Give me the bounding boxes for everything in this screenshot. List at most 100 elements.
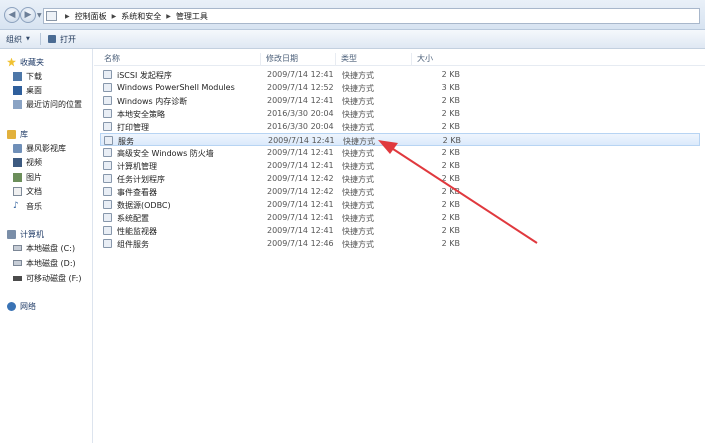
file-row[interactable]: 计算机管理 2009/7/14 12:41 快捷方式 2 KB xyxy=(100,159,700,172)
file-row[interactable]: Windows 内存诊断 2009/7/14 12:41 快捷方式 2 KB xyxy=(100,94,700,107)
nav-label: 桌面 xyxy=(26,85,42,95)
chevron-down-icon[interactable]: ▼ xyxy=(26,36,30,42)
nav-item-desktop[interactable]: 桌面 xyxy=(13,84,42,96)
file-row[interactable]: 组件服务 2009/7/14 12:46 快捷方式 2 KB xyxy=(100,237,700,250)
breadcrumb-separator-icon[interactable]: ▶ xyxy=(65,13,70,20)
file-row[interactable]: iSCSI 发起程序 2009/7/14 12:41 快捷方式 2 KB xyxy=(100,68,700,81)
organize-button[interactable]: 组织 xyxy=(6,34,22,45)
open-icon[interactable] xyxy=(48,35,56,43)
file-row[interactable]: 数据源(ODBC) 2009/7/14 12:41 快捷方式 2 KB xyxy=(100,198,700,211)
nav-label: 音乐 xyxy=(26,201,42,211)
nav-label: 下载 xyxy=(26,71,42,81)
nav-item-drive-c[interactable]: 本地磁盘 (C:) xyxy=(13,242,75,254)
file-size: 2 KB xyxy=(441,200,460,209)
breadcrumb-control-panel[interactable]: 控制面板 xyxy=(75,11,107,22)
file-row[interactable]: 打印管理 2016/3/30 20:04 快捷方式 2 KB xyxy=(100,120,700,133)
breadcrumb: ▶ 控制面板 ▶ 系统和安全 ▶ 管理工具 xyxy=(60,11,208,22)
column-divider[interactable] xyxy=(411,53,412,66)
download-folder-icon xyxy=(13,71,22,81)
hard-disk-icon xyxy=(13,260,22,266)
removable-disk-icon xyxy=(13,275,22,281)
file-name: 任务计划程序 xyxy=(117,175,165,184)
column-header-name[interactable]: 名称 xyxy=(104,53,120,64)
address-box[interactable]: ▶ 控制面板 ▶ 系统和安全 ▶ 管理工具 xyxy=(43,8,700,24)
file-size: 3 KB xyxy=(441,83,460,92)
file-type: 快捷方式 xyxy=(342,123,374,132)
file-row[interactable]: 本地安全策略 2016/3/30 20:04 快捷方式 2 KB xyxy=(100,107,700,120)
open-button[interactable]: 打开 xyxy=(60,34,76,45)
recent-places-icon xyxy=(13,99,22,109)
hard-disk-icon xyxy=(13,245,22,251)
file-name: 打印管理 xyxy=(117,123,149,132)
nav-item-drive-f[interactable]: 可移动磁盘 (F:) xyxy=(13,272,81,284)
star-icon xyxy=(7,57,16,67)
nav-item-music[interactable]: ♪ 音乐 xyxy=(13,200,42,212)
file-type: 快捷方式 xyxy=(342,214,374,223)
shortcut-icon xyxy=(103,161,112,170)
address-bar: ◀ ▶ ▼ ▶ 控制面板 ▶ 系统和安全 ▶ 管理工具 xyxy=(0,0,705,30)
file-row[interactable]: 服务 2009/7/14 12:41 快捷方式 2 KB xyxy=(100,133,700,146)
file-type: 快捷方式 xyxy=(342,149,374,158)
nav-label: 库 xyxy=(20,129,28,139)
file-type: 快捷方式 xyxy=(342,188,374,197)
column-divider[interactable] xyxy=(335,53,336,66)
file-size: 2 KB xyxy=(441,213,460,222)
file-type: 快捷方式 xyxy=(342,84,374,93)
breadcrumb-separator-icon[interactable]: ▶ xyxy=(166,13,171,20)
arrow-left-icon: ◀ xyxy=(8,10,16,20)
file-type: 快捷方式 xyxy=(342,71,374,80)
picture-icon xyxy=(13,172,22,182)
nav-network[interactable]: 网络 xyxy=(7,300,36,312)
column-headers: 名称 修改日期 类型 大小 xyxy=(94,49,705,66)
file-size: 2 KB xyxy=(441,161,460,170)
nav-item-recent[interactable]: 最近访问的位置 xyxy=(13,98,82,110)
column-divider[interactable] xyxy=(260,53,261,66)
file-size: 2 KB xyxy=(441,96,460,105)
file-date: 2009/7/14 12:41 xyxy=(267,226,334,235)
file-row[interactable]: 事件查看器 2009/7/14 12:42 快捷方式 2 KB xyxy=(100,185,700,198)
breadcrumb-system-security[interactable]: 系统和安全 xyxy=(121,11,161,22)
breadcrumb-separator-icon[interactable]: ▶ xyxy=(112,13,117,20)
file-name: 事件查看器 xyxy=(117,188,157,197)
command-bar: 组织 ▼ 打开 xyxy=(0,30,705,49)
file-size: 2 KB xyxy=(441,148,460,157)
breadcrumb-admin-tools[interactable]: 管理工具 xyxy=(176,11,208,22)
column-header-size[interactable]: 大小 xyxy=(417,53,433,64)
nav-computer[interactable]: 计算机 xyxy=(7,228,44,240)
nav-label: 本地磁盘 (C:) xyxy=(26,243,76,253)
file-row[interactable]: 任务计划程序 2009/7/14 12:42 快捷方式 2 KB xyxy=(100,172,700,185)
file-name: iSCSI 发起程序 xyxy=(117,71,172,80)
column-header-type[interactable]: 类型 xyxy=(341,53,357,64)
nav-item-drive-d[interactable]: 本地磁盘 (D:) xyxy=(13,257,76,269)
nav-favorites[interactable]: 收藏夹 xyxy=(7,56,44,68)
file-row[interactable]: 性能监视器 2009/7/14 12:41 快捷方式 2 KB xyxy=(100,224,700,237)
back-button[interactable]: ◀ xyxy=(4,7,20,23)
desktop-icon xyxy=(13,85,22,95)
file-row[interactable]: 高级安全 Windows 防火墙 2009/7/14 12:41 快捷方式 2 KB xyxy=(100,146,700,159)
file-size: 2 KB xyxy=(441,226,460,235)
nav-item-videos[interactable]: 视频 xyxy=(13,156,42,168)
arrow-right-icon: ▶ xyxy=(24,10,32,20)
shortcut-icon xyxy=(103,148,112,157)
media-library-icon xyxy=(13,143,22,153)
file-type: 快捷方式 xyxy=(342,175,374,184)
file-size: 2 KB xyxy=(441,70,460,79)
file-type: 快捷方式 xyxy=(342,201,374,210)
shortcut-icon xyxy=(103,239,112,248)
nav-item-pictures[interactable]: 图片 xyxy=(13,171,42,183)
nav-label: 暴风影视库 xyxy=(26,143,66,153)
network-icon xyxy=(7,301,16,311)
column-header-date[interactable]: 修改日期 xyxy=(266,53,298,64)
file-row[interactable]: 系统配置 2009/7/14 12:41 快捷方式 2 KB xyxy=(100,211,700,224)
nav-item-documents[interactable]: 文档 xyxy=(13,185,42,197)
file-date: 2016/3/30 20:04 xyxy=(267,109,334,118)
file-row[interactable]: Windows PowerShell Modules 2009/7/14 12:5… xyxy=(100,81,700,94)
nav-item-downloads[interactable]: 下载 xyxy=(13,70,42,82)
forward-button[interactable]: ▶ xyxy=(20,7,36,23)
nav-libraries[interactable]: 库 xyxy=(7,128,28,140)
nav-label: 文档 xyxy=(26,186,42,196)
shortcut-icon xyxy=(103,213,112,222)
nav-item-baofeng[interactable]: 暴风影视库 xyxy=(13,142,66,154)
file-size: 2 KB xyxy=(441,109,460,118)
recent-pages-dropdown[interactable]: ▼ xyxy=(37,12,42,19)
